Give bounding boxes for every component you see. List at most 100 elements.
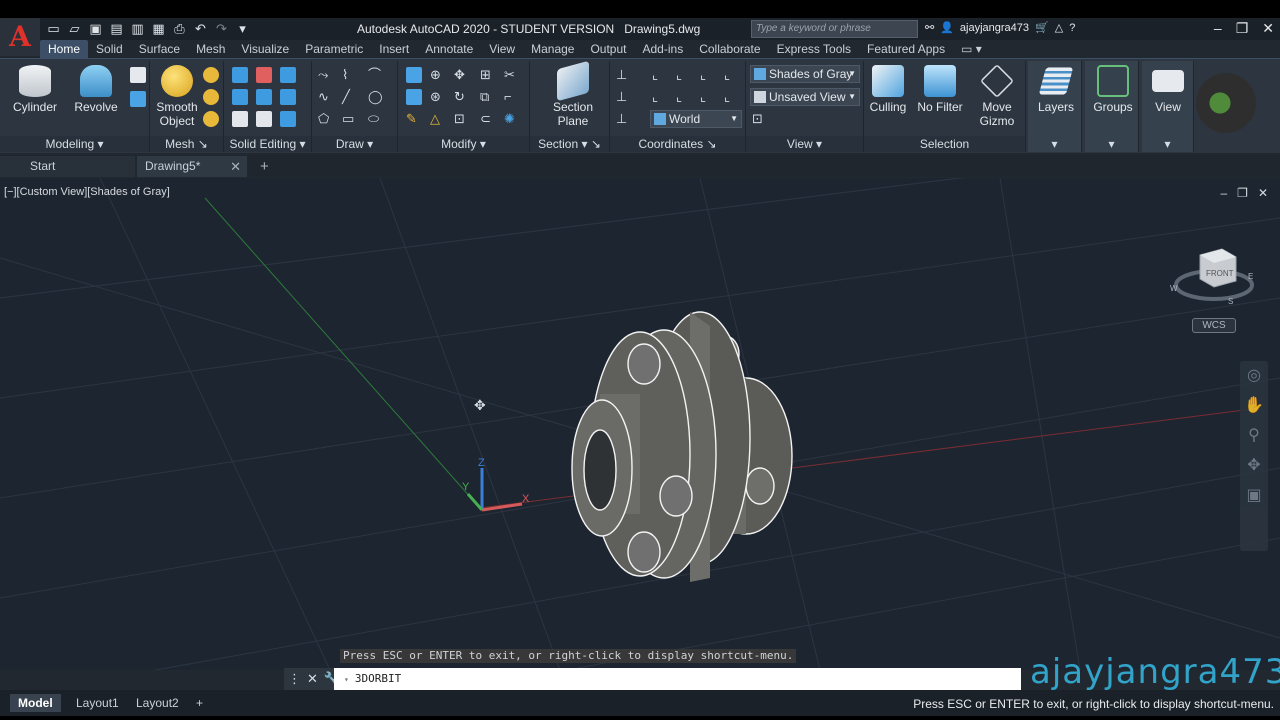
- section-plane-button[interactable]: Section Plane: [542, 60, 604, 128]
- zoom-icon[interactable]: ⚲: [1240, 421, 1268, 451]
- intersect-icon[interactable]: [280, 67, 296, 83]
- revolve-button[interactable]: Revolve: [68, 65, 124, 114]
- polyline-icon[interactable]: ⤳: [318, 67, 334, 83]
- close-icon[interactable]: ✕: [1262, 20, 1274, 37]
- rectangle-icon[interactable]: ▭: [342, 111, 358, 127]
- explode-icon[interactable]: ✺: [504, 111, 520, 127]
- separate-icon[interactable]: [280, 111, 296, 127]
- panel-title-modify[interactable]: Modify ▾: [398, 136, 529, 152]
- tab-manage[interactable]: Manage: [523, 40, 582, 58]
- steering-wheel-icon[interactable]: ◎: [1240, 361, 1268, 391]
- open-folder-icon[interactable]: ▱: [67, 21, 82, 36]
- 3d-align-icon[interactable]: △: [430, 111, 446, 127]
- panel-title-section[interactable]: Section ▾ ↘: [530, 136, 609, 152]
- tab-layout1[interactable]: Layout1: [68, 694, 127, 712]
- ucs-z-icon[interactable]: ⌞: [724, 67, 740, 83]
- polygon-icon[interactable]: ⬠: [318, 111, 334, 127]
- tab-home[interactable]: Home: [40, 40, 89, 58]
- view-expand[interactable]: ▾: [1142, 136, 1193, 152]
- 3d-move-icon[interactable]: ⊕: [430, 67, 446, 83]
- panel-title-modeling[interactable]: Modeling ▾: [0, 136, 149, 152]
- panel-title-selection[interactable]: Selection: [864, 136, 1025, 152]
- ucs-view-icon[interactable]: ⊥: [616, 89, 632, 105]
- tab-insert[interactable]: Insert: [371, 40, 417, 58]
- box-icon[interactable]: [130, 67, 146, 83]
- a360-icon[interactable]: △: [1055, 21, 1063, 34]
- restore-icon[interactable]: ❐: [1236, 20, 1249, 37]
- tab-add-ins[interactable]: Add-ins: [635, 40, 692, 58]
- search-input[interactable]: Type a keyword or phrase: [751, 20, 918, 38]
- tab-visualize[interactable]: Visualize: [233, 40, 297, 58]
- ucs-x-icon[interactable]: ⌞: [676, 67, 692, 83]
- orbit-icon[interactable]: ✥: [1240, 451, 1268, 481]
- panel-title-solid-editing[interactable]: Solid Editing ▾: [224, 136, 311, 152]
- tab-layout2[interactable]: Layout2: [128, 694, 187, 712]
- spline-icon[interactable]: ∿: [318, 89, 334, 105]
- ribbon-toggle-icon[interactable]: ▭ ▾: [953, 40, 990, 58]
- move-gizmo-button[interactable]: Move Gizmo: [972, 64, 1022, 128]
- panel-layers[interactable]: Layers ▾: [1028, 61, 1082, 152]
- ucs-origin-icon[interactable]: ⌞: [652, 67, 668, 83]
- no-filter-button[interactable]: No Filter: [914, 65, 966, 114]
- ellipse-icon[interactable]: ⬭: [368, 111, 384, 127]
- plot-icon[interactable]: ⎙: [172, 21, 187, 36]
- viewport-close-icon[interactable]: ✕: [1258, 186, 1268, 200]
- showmotion-icon[interactable]: ▣: [1240, 481, 1268, 511]
- helix-icon[interactable]: ⌇: [342, 67, 358, 83]
- tab-view[interactable]: View: [481, 40, 523, 58]
- panel-view-big[interactable]: View ▾: [1142, 61, 1194, 152]
- viewcube-graphic[interactable]: FRONT W S E: [1168, 233, 1258, 313]
- panel-title-coordinates[interactable]: Coordinates ↘: [610, 136, 745, 152]
- ucs-previous-icon[interactable]: ⌞: [724, 89, 740, 105]
- union-icon[interactable]: [232, 67, 248, 83]
- subtract-icon[interactable]: [256, 67, 272, 83]
- viewport-restore-icon[interactable]: ❐: [1237, 186, 1248, 200]
- groups-button[interactable]: Groups: [1089, 65, 1137, 114]
- scale-icon[interactable]: ⊡: [454, 111, 470, 127]
- recent-commands-icon[interactable]: ▾: [344, 675, 349, 684]
- tab-featured-apps[interactable]: Featured Apps: [859, 40, 953, 58]
- extrude-icon[interactable]: [130, 91, 146, 107]
- open-from-web-icon[interactable]: ▥: [130, 21, 145, 36]
- save-as-icon[interactable]: ▤: [109, 21, 124, 36]
- ucs-object-icon[interactable]: ⌞: [676, 89, 692, 105]
- erase-icon[interactable]: ✎: [406, 111, 422, 127]
- command-input[interactable]: ▾ 3DORBIT: [334, 668, 1021, 690]
- ucs-y-icon[interactable]: ⌞: [700, 67, 716, 83]
- move-icon[interactable]: ✥: [454, 67, 470, 83]
- tab-start[interactable]: Start: [0, 156, 135, 177]
- panel-groups[interactable]: Groups ▾: [1085, 61, 1139, 152]
- array-icon[interactable]: ⊞: [480, 67, 496, 83]
- tab-surface[interactable]: Surface: [131, 40, 188, 58]
- wcs-menu[interactable]: WCS: [1192, 318, 1236, 333]
- groups-expand[interactable]: ▾: [1085, 136, 1138, 152]
- ucs-icon[interactable]: ⊥: [616, 67, 632, 83]
- slice-icon[interactable]: [256, 89, 272, 105]
- ucs-3point-icon[interactable]: ⌞: [652, 89, 668, 105]
- cylinder-button[interactable]: Cylinder: [8, 65, 62, 114]
- presspull-icon[interactable]: [406, 67, 422, 83]
- line-icon[interactable]: ╱: [342, 89, 358, 105]
- save-to-web-icon[interactable]: ▦: [151, 21, 166, 36]
- tab-output[interactable]: Output: [582, 40, 634, 58]
- qat-dropdown-icon[interactable]: ▾: [235, 21, 250, 36]
- visual-style-dropdown[interactable]: Shades of Gray ▼: [750, 65, 860, 83]
- redo-icon[interactable]: ↷: [214, 21, 229, 36]
- drawing-viewport[interactable]: Z X Y ✥ [−][Custom View][Shades of Gray]…: [0, 178, 1280, 670]
- tab-collaborate[interactable]: Collaborate: [691, 40, 768, 58]
- new-file-icon[interactable]: ▭: [46, 21, 61, 36]
- grip-icon[interactable]: ⋮: [288, 671, 301, 687]
- viewcube[interactable]: FRONT W S E: [1168, 233, 1258, 313]
- culling-button[interactable]: Culling: [868, 65, 908, 114]
- rotate-icon[interactable]: ↻: [454, 89, 470, 105]
- mirror-icon[interactable]: ⧉: [480, 89, 496, 105]
- tab-annotate[interactable]: Annotate: [417, 40, 481, 58]
- help-icon[interactable]: ?: [1069, 22, 1075, 34]
- user-account[interactable]: ⚯ 👤 ajayjangra473 🛒 △ ?: [925, 21, 1075, 35]
- 3d-rotate-icon[interactable]: ⊛: [430, 89, 446, 105]
- tab-drawing5[interactable]: Drawing5* ✕: [137, 156, 247, 177]
- close-tab-icon[interactable]: ✕: [230, 156, 241, 177]
- circle-icon[interactable]: ◯: [368, 89, 384, 105]
- pan-icon[interactable]: ✋: [1240, 391, 1268, 421]
- panel-title-view[interactable]: View ▾: [746, 136, 863, 152]
